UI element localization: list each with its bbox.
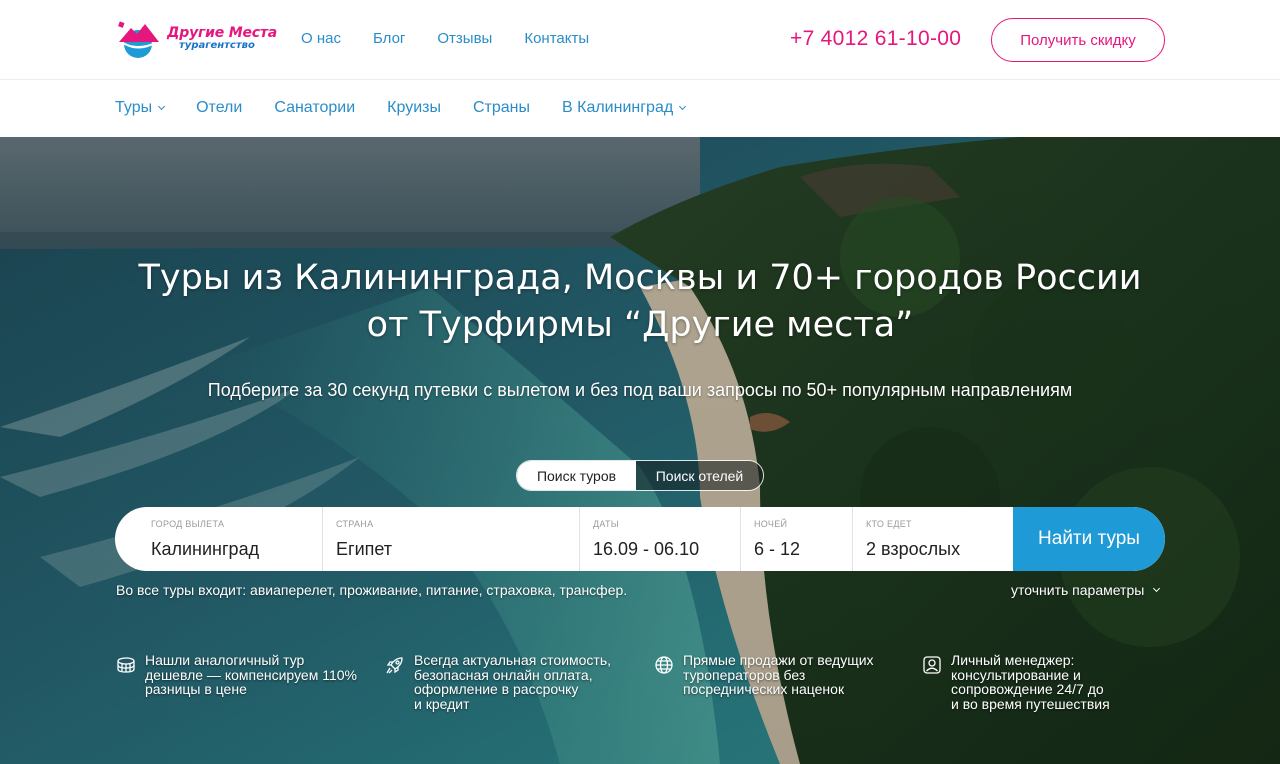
country-field[interactable]: СТРАНА Египет (323, 507, 580, 571)
field-label: НОЧЕЙ (754, 519, 788, 529)
subnav-item-countries[interactable]: Страны (473, 99, 530, 117)
manager-icon (923, 656, 941, 674)
phone-link[interactable]: +7 4012 61-10-00 (790, 27, 961, 51)
coins-icon (117, 657, 135, 673)
top-header: Другие Места турагентство О нас Блог Отз… (0, 0, 1280, 80)
field-value: 2 взрослых (866, 539, 961, 559)
logo[interactable]: Другие Места турагентство (117, 18, 277, 62)
category-nav: Туры Отели Санатории Круизы Страны В Кал… (0, 80, 1280, 137)
departure-city-field[interactable]: ГОРОД ВЫЛЕТА Калининград (115, 507, 323, 571)
subnav-item-cruises[interactable]: Круизы (387, 99, 441, 117)
refine-params-link[interactable]: уточнить параметры (1011, 582, 1161, 598)
get-discount-button[interactable]: Получить скидку (991, 18, 1165, 62)
subnav-item-label: Отели (196, 99, 243, 116)
field-label: ДАТЫ (593, 519, 620, 529)
hero-section: Туры из Калининграда, Москвы и 70+ город… (0, 137, 1280, 764)
travelers-field[interactable]: КТО ЕДЕТ 2 взрослых (853, 507, 1013, 571)
hero-subtitle: Подберите за 30 секунд путевки с вылетом… (207, 380, 1073, 400)
field-label: ГОРОД ВЫЛЕТА (151, 519, 225, 529)
chevron-down-icon (1153, 584, 1161, 592)
chevron-down-icon (158, 102, 166, 110)
feature-item: Нашли аналогичный тур дешевле — компенси… (116, 653, 366, 697)
feature-text: Прямые продажи от ведущих туроператоров … (683, 652, 874, 697)
features-list: Нашли аналогичный тур дешевле — компенси… (116, 653, 1166, 733)
logo-text: Другие Места турагентство (167, 25, 277, 51)
nav-link-reviews[interactable]: Отзывы (437, 30, 492, 47)
feature-text: Нашли аналогичный тур дешевле — компенси… (145, 652, 357, 697)
subnav-item-label: Круизы (387, 99, 441, 116)
field-label: СТРАНА (336, 519, 374, 529)
feature-text: Личный менеджер: консультирование и сопр… (951, 652, 1110, 712)
field-value: 6 - 12 (754, 539, 801, 559)
feature-item: Всегда актуальная стоимость, безопасная … (385, 653, 645, 711)
field-value: Калининград (151, 539, 260, 559)
hero-title-line: от Турфирмы “Другие места” (366, 305, 914, 345)
subnav-item-tours[interactable]: Туры (115, 99, 166, 117)
globe-icon (655, 656, 673, 674)
hero-title-line: Туры из Калининграда, Москвы и 70+ город… (138, 258, 1142, 298)
feature-text: Всегда актуальная стоимость, безопасная … (414, 652, 612, 712)
field-label: КТО ЕДЕТ (866, 519, 912, 529)
refine-params-label: уточнить параметры (1011, 582, 1145, 598)
subnav-item-label: Санатории (274, 99, 356, 116)
tour-includes-note: Во все туры входит: авиаперелет, прожива… (116, 582, 628, 598)
feature-item: Прямые продажи от ведущих туроператоров … (654, 653, 904, 697)
rocket-icon (386, 657, 403, 674)
dates-field[interactable]: ДАТЫ 16.09 - 06.10 (580, 507, 741, 571)
subnav-item-label: В Калининград (562, 99, 674, 116)
subnav-item-label: Туры (115, 99, 153, 116)
main-nav: О нас Блог Отзывы Контакты (301, 30, 589, 47)
subnav-item-sanatoriums[interactable]: Санатории (274, 99, 355, 117)
field-value: 16.09 - 06.10 (593, 539, 700, 559)
chevron-down-icon (679, 102, 687, 110)
nav-link-contacts[interactable]: Контакты (524, 30, 589, 47)
subnav-item-to-kaliningrad[interactable]: В Калининград (562, 99, 687, 117)
logo-title: Другие Места (167, 25, 277, 41)
hero-title: Туры из Калининграда, Москвы и 70+ город… (0, 255, 1280, 349)
logo-subtitle: турагентство (179, 40, 255, 51)
tour-search-form: ГОРОД ВЫЛЕТА Калининград СТРАНА Египет Д… (115, 507, 1165, 571)
tab-hotel-search[interactable]: Поиск отелей (636, 461, 763, 490)
nights-field[interactable]: НОЧЕЙ 6 - 12 (741, 507, 853, 571)
nav-link-blog[interactable]: Блог (373, 30, 405, 47)
subnav-item-hotels[interactable]: Отели (196, 99, 242, 117)
find-tours-button[interactable]: Найти туры (1013, 507, 1165, 571)
logo-mountain-icon (118, 21, 159, 58)
subnav-item-label: Страны (472, 99, 530, 116)
tab-tour-search[interactable]: Поиск туров (517, 461, 636, 490)
feature-item: Личный менеджер: консультирование и сопр… (922, 653, 1166, 711)
nav-link-about[interactable]: О нас (301, 30, 341, 47)
field-value: Египет (336, 539, 393, 559)
search-mode-toggle: Поиск туров Поиск отелей (516, 460, 764, 491)
